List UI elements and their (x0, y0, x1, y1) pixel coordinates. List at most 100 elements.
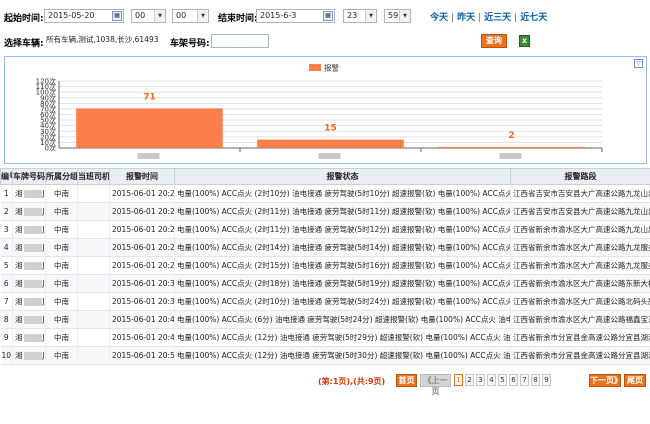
redacted-plate (23, 226, 42, 234)
col-header-alarm-road[interactable]: 报警路段 (510, 168, 650, 185)
cell-id-text: 2 (3, 207, 9, 216)
plate-suffix: J (42, 189, 45, 198)
cell-plate-text: 湘 (15, 333, 23, 342)
cell-driver (77, 346, 110, 365)
table-row[interactable]: 2湘J中南2015-06-01 20:24:18电量(100%) ACC点火 (… (0, 202, 650, 221)
quick-range-links: 今天 | 昨天 | 近三天 | 近七天 (430, 13, 548, 23)
col-header-driver[interactable]: 当班司机 (77, 168, 110, 185)
table-row[interactable]: 8湘J中南2015-06-01 20:42:58电量(100%) ACC点火 (… (0, 310, 650, 329)
cell-id-text: 1 (3, 189, 9, 198)
cell-plate-text: 湘 (15, 351, 23, 360)
cell-alarm-road: 江西省新余市渝水区大广高速公路九龙服务中心 (510, 256, 650, 275)
cell-alarm-time: 2015-06-01 20:42:58 (109, 310, 175, 329)
link-last-3-days[interactable]: 近三天 (484, 13, 511, 23)
cell-alarm-status: 电量(100%) ACC点火 (2时11分) 油电接通 疲劳驾驶(5时12分) … (174, 220, 511, 239)
cell-alarm-status-text: 电量(100%) ACC点火 (12分) 油电接通 疲劳驾驶(5时29分) 超速… (177, 333, 511, 342)
first-page-button[interactable]: 首页 (396, 374, 417, 387)
page-number[interactable]: 3 (476, 374, 485, 386)
link-last-7-days[interactable]: 近七天 (520, 13, 547, 23)
cell-group-text: 中南 (54, 261, 69, 270)
last-page-button[interactable]: 尾页 (624, 374, 646, 387)
start-minute-select[interactable]: 00 ▼ (172, 9, 209, 23)
chevron-down-icon: ▼ (399, 10, 410, 22)
start-date-input[interactable]: 2015-05-20 ▦ (44, 9, 124, 23)
cell-id-text: 7 (3, 297, 9, 306)
cell-alarm-time: 2015-06-01 20:27:17 (109, 238, 175, 257)
end-date-value: 2015-6-3 (260, 11, 297, 20)
cell-id: 5 (0, 256, 13, 275)
cell-alarm-status-text: 电量(100%) ACC点火 (12分) 油电接通 疲劳驾驶(5时30分) 超速… (177, 351, 511, 360)
vehicle-select-field[interactable]: 所有车辆,测试,1038,长沙,61493,6( (46, 34, 158, 46)
col-header-alarm-time[interactable]: 报警时间 (109, 168, 175, 185)
table-row[interactable]: 5湘J中南2015-06-01 20:28:38电量(100%) ACC点火 (… (0, 256, 650, 275)
cell-alarm-road-text: 江西省新余市渝水区大广高速公路九龙山出口西 (513, 225, 650, 234)
cell-id-text: 10 (1, 351, 12, 360)
cell-alarm-status-text: 电量(100%) ACC点火 (2时10分) 油电接通 疲劳驾驶(5时24分) … (177, 297, 511, 306)
end-minute-value: 59 (388, 11, 399, 20)
table-row[interactable]: 3湘J中南2015-06-01 20:24:57电量(100%) ACC点火 (… (0, 220, 650, 239)
cell-alarm-road-text: 江西省吉安市吉安县大广高速公路九龙山出口西 (513, 189, 650, 198)
col-header-alarm-status[interactable]: 报警状态 (174, 168, 511, 185)
end-minute-select[interactable]: 59 ▼ (384, 9, 411, 23)
table-row[interactable]: 9湘J中南2015-06-01 20:47:57电量(100%) ACC点火 (… (0, 328, 650, 347)
cell-alarm-time: 2015-06-01 20:24:57 (109, 220, 175, 239)
cell-alarm-road: 江西省吉安市吉安县大广高速公路九龙山出口西 (510, 184, 650, 203)
redacted-plate (23, 280, 42, 288)
cell-alarm-time-text: 2015-06-01 20:31:37 (112, 279, 175, 288)
page-number[interactable]: 9 (542, 374, 551, 386)
col-header-group[interactable]: 所属分组 (45, 168, 78, 185)
cell-group: 中南 (45, 220, 78, 239)
query-button[interactable]: 查询 (481, 34, 507, 48)
cell-id: 10 (0, 346, 13, 365)
cell-group: 中南 (45, 202, 78, 221)
end-hour-select[interactable]: 23 ▼ (343, 9, 377, 23)
page-number[interactable]: 4 (487, 374, 496, 386)
legend-label: 报警 (324, 63, 339, 73)
table-row[interactable]: 6湘J中南2015-06-01 20:31:37电量(100%) ACC点火 (… (0, 274, 650, 293)
page-number[interactable]: 1 (454, 374, 463, 386)
page-number-list: 123456789 (454, 374, 551, 387)
cell-id-text: 5 (3, 261, 9, 270)
page-number[interactable]: 2 (465, 374, 474, 386)
link-yesterday[interactable]: 昨天 (457, 13, 475, 23)
page-number[interactable]: 6 (509, 374, 518, 386)
col-header-id[interactable]: 编号 (0, 168, 13, 185)
alarm-table: 编号 车牌号码 所属分组 当班司机 报警时间 报警状态 报警路段 1湘J中南20… (0, 168, 650, 368)
cell-driver (77, 256, 110, 275)
plate-input[interactable] (211, 34, 269, 48)
cell-plate: 湘J (12, 202, 46, 221)
cell-alarm-time-text: 2015-06-01 20:24:57 (112, 225, 175, 234)
table-row[interactable]: 10湘J中南2015-06-01 20:52:58电量(100%) ACC点火 … (0, 346, 650, 365)
cell-driver (77, 238, 110, 257)
table-row[interactable]: 1湘J中南2015-06-01 20:23:38电量(100%) ACC点火 (… (0, 184, 650, 203)
cell-alarm-road-text: 江西省新余市渝水区大广高速公路北码头服务区 (513, 297, 650, 306)
cell-plate: 湘J (12, 220, 46, 239)
cell-plate: 湘J (12, 328, 46, 347)
filter-form: 起始时间: 2015-05-20 ▦ 00 ▼ 00 ▼ 结束时间: 2015-… (0, 0, 650, 53)
table-row[interactable]: 4湘J中南2015-06-01 20:27:17电量(100%) ACC点火 (… (0, 238, 650, 257)
cell-alarm-status-text: 电量(100%) ACC点火 (2时14分) 油电接通 疲劳驾驶(5时14分) … (177, 243, 511, 252)
table-row[interactable]: 7湘J中南2015-06-01 20:37:07电量(100%) ACC点火 (… (0, 292, 650, 311)
calendar-icon[interactable]: ▦ (323, 11, 333, 21)
col-header-plate[interactable]: 车牌号码 (12, 168, 46, 185)
page-number[interactable]: 8 (531, 374, 540, 386)
start-time-label: 起始时间: (4, 14, 44, 24)
cell-alarm-time-text: 2015-06-01 20:23:38 (112, 189, 175, 198)
excel-icon[interactable]: x (519, 35, 530, 47)
start-hour-select[interactable]: 00 ▼ (131, 9, 166, 23)
link-today[interactable]: 今天 (430, 13, 448, 23)
page-number[interactable]: 7 (520, 374, 529, 386)
cell-group: 中南 (45, 184, 78, 203)
table-header-row: 编号 车牌号码 所属分组 当班司机 报警时间 报警状态 报警路段 (0, 168, 650, 185)
chevron-down-icon: ▼ (154, 10, 165, 22)
cell-alarm-status: 电量(100%) ACC点火 (2时10分) 油电接通 疲劳驾驶(5时24分) … (174, 292, 511, 311)
next-page-button[interactable]: 下一页》 (589, 374, 622, 387)
calendar-icon[interactable]: ▦ (112, 11, 122, 21)
cell-alarm-time: 2015-06-01 20:24:18 (109, 202, 175, 221)
cell-alarm-status: 电量(100%) ACC点火 (2时18分) 油电接通 疲劳驾驶(5时19分) … (174, 274, 511, 293)
prev-page-button[interactable]: 《上一页 (420, 374, 451, 396)
bar-value-label: 71 (143, 92, 156, 102)
page-number[interactable]: 5 (498, 374, 507, 386)
end-time-label: 结束时间: (218, 14, 258, 24)
end-date-input[interactable]: 2015-6-3 ▦ (256, 9, 335, 23)
